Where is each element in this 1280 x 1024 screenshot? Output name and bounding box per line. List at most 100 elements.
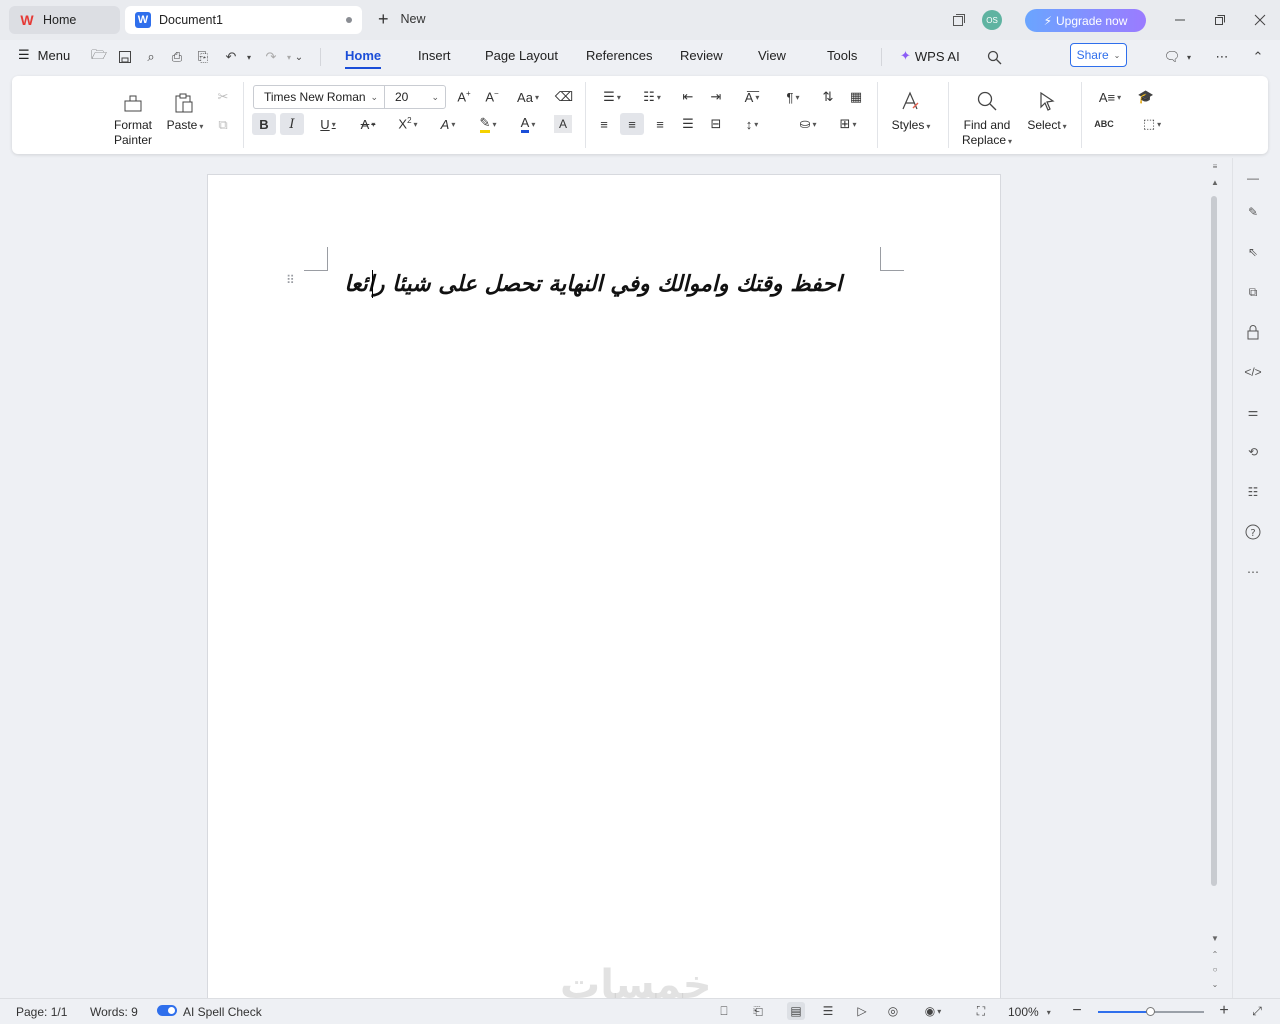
play-icon[interactable]: ▷ <box>853 1002 871 1020</box>
cut-button[interactable]: ✂ <box>214 88 232 106</box>
customize-toolbar-button[interactable]: ⌄ <box>290 48 308 66</box>
distributed-align-button[interactable]: ⊟ <box>706 114 726 134</box>
tab-home-ribbon[interactable]: Home <box>345 48 382 69</box>
history-icon[interactable]: ⟲ <box>1243 442 1263 462</box>
tab-page-layout[interactable]: Page Layout <box>485 48 558 63</box>
close-button[interactable] <box>1250 10 1270 30</box>
fullscreen-icon[interactable]: ⤢ <box>1248 1002 1266 1020</box>
line-spacing-button[interactable]: ↕ ▾ <box>736 114 768 134</box>
scroll-up-arrow-icon[interactable]: ▲ <box>1208 176 1222 188</box>
bold-button[interactable]: B <box>252 113 276 135</box>
select-button[interactable] <box>1035 89 1059 113</box>
highlight-color-button[interactable]: ✎ ▾ <box>472 113 504 135</box>
align-right-button[interactable]: ≡ <box>650 114 670 134</box>
eye-protection-icon[interactable]: ◉ ▾ <box>918 1002 948 1020</box>
search-button[interactable] <box>985 48 1003 66</box>
pen-edit-icon[interactable]: ✎ <box>1243 202 1263 222</box>
italic-button[interactable]: I <box>280 113 304 135</box>
align-center-button[interactable]: ≡ <box>620 113 644 135</box>
text-tools-button[interactable]: A≡ ▾ <box>1094 87 1126 107</box>
fit-page-icon[interactable]: ⛶ <box>972 1002 990 1020</box>
ruler-toggle-icon[interactable]: ≡ <box>1208 160 1222 172</box>
open-folder-button[interactable]: 🗁 <box>90 47 108 66</box>
spell-check-label[interactable]: AI Spell Check <box>183 1005 262 1019</box>
code-icon[interactable]: </> <box>1243 362 1263 382</box>
more-options-button[interactable]: ⋯ <box>1213 48 1231 66</box>
collapse-ribbon-button[interactable]: ⌃ <box>1249 48 1267 66</box>
justify-button[interactable]: ☰ <box>678 114 698 134</box>
scroll-down-arrow-icon[interactable]: ▼ <box>1208 932 1222 944</box>
previous-page-icon[interactable]: ⌃ <box>1208 948 1222 960</box>
zoom-in-icon[interactable]: + <box>1215 1002 1233 1020</box>
paragraph-drag-handle-icon[interactable]: ⠿ <box>286 274 295 286</box>
sliders-icon[interactable]: ⚌ <box>1243 402 1263 422</box>
document-paragraph[interactable]: احفظ وقتك واموالك وفي النهاية تحصل على ش… <box>344 266 842 302</box>
spell-check-toggle[interactable] <box>157 1005 177 1016</box>
redo-button[interactable]: ↷ <box>262 48 280 66</box>
numbering-button[interactable]: ☷ ▾ <box>636 87 668 107</box>
vertical-scrollbar[interactable]: ≡ ▲ ▼ ⌃ ○ ⌄ <box>1208 160 1222 996</box>
next-page-icon[interactable]: ⌄ <box>1208 978 1222 990</box>
decrease-indent-button[interactable]: ⇤ <box>678 87 698 107</box>
paste-label-group[interactable]: Paste ▾ <box>164 118 206 134</box>
styles-button[interactable] <box>898 88 922 114</box>
text-direction-button[interactable]: A͞ ▾ <box>736 87 768 107</box>
underline-button[interactable]: U ▾ <box>312 113 344 135</box>
menu-button[interactable]: ☰ Menu <box>18 47 70 63</box>
paste-button[interactable] <box>171 90 197 116</box>
window-layout-button[interactable] <box>948 0 970 40</box>
spell-check-button[interactable]: ABC <box>1094 114 1114 134</box>
tab-home[interactable]: W Home <box>9 6 120 34</box>
browse-object-icon[interactable]: ○ <box>1208 963 1222 975</box>
zoom-select[interactable]: 100% ▾ <box>1008 1005 1051 1019</box>
upgrade-button[interactable]: ⚡ Upgrade now <box>1025 9 1146 32</box>
print-layout-icon[interactable]: ▤ <box>787 1002 805 1020</box>
tab-tools[interactable]: Tools <box>827 48 857 63</box>
bullets-button[interactable]: ☰ ▾ <box>596 87 628 107</box>
wps-ai-button[interactable]: ✦ WPS AI <box>900 48 960 64</box>
shrink-font-button[interactable]: A− <box>482 87 502 107</box>
print-button[interactable]: ⎙ <box>168 48 186 66</box>
minimize-button[interactable] <box>1170 10 1190 30</box>
collapse-sidebar-icon[interactable]: — <box>1243 168 1263 188</box>
tab-references[interactable]: References <box>586 48 652 63</box>
format-painter-button[interactable] <box>120 90 146 116</box>
page-view-icon[interactable]: ⎕ <box>715 1002 733 1020</box>
save-button[interactable] <box>116 48 134 66</box>
select-label-group[interactable]: Select ▾ <box>1022 118 1072 134</box>
tab-insert[interactable]: Insert <box>418 48 451 63</box>
strikethrough-button[interactable]: A ▾ <box>352 113 384 135</box>
font-name-select[interactable]: Times New Roman ⌄ <box>253 85 385 109</box>
scrollbar-thumb[interactable] <box>1211 196 1217 886</box>
help-icon[interactable]: ? <box>1243 522 1263 542</box>
shading-button[interactable]: ⛀ ▾ <box>792 114 824 134</box>
tab-document[interactable]: W Document1 <box>125 6 362 34</box>
page-count[interactable]: Page: 1/1 <box>16 1005 67 1019</box>
select-object-button[interactable]: ⬚ ▾ <box>1136 114 1168 134</box>
distribute-button[interactable]: ▦ <box>846 87 866 107</box>
undo-button[interactable]: ↶ <box>222 48 240 66</box>
font-color-button[interactable]: A ▾ <box>512 113 544 135</box>
increase-indent-button[interactable]: ⇥ <box>706 87 726 107</box>
maximize-button[interactable] <box>1210 10 1230 30</box>
print-preview-button[interactable]: ⎘ <box>194 48 212 66</box>
borders-button[interactable]: ⊞ ▾ <box>832 114 864 134</box>
font-size-select[interactable]: 20 ⌄ <box>384 85 446 109</box>
pointer-select-icon[interactable]: ⇖ <box>1243 242 1263 262</box>
change-case-button[interactable]: Aa ▾ <box>512 87 544 107</box>
grow-font-button[interactable]: A+ <box>454 87 474 107</box>
comments-dropdown[interactable]: ▾ <box>1180 48 1198 66</box>
find-replace-label[interactable]: Find and Replace ▾ <box>958 118 1016 149</box>
new-tab-button[interactable]: + New <box>378 10 426 28</box>
superscript-button[interactable]: X2 ▾ <box>392 113 424 135</box>
web-layout-icon[interactable]: ⎗ <box>749 1002 767 1020</box>
tab-review[interactable]: Review <box>680 48 723 63</box>
education-tools-button[interactable]: 🎓 <box>1136 87 1156 107</box>
avatar[interactable]: OS <box>982 10 1002 30</box>
more-horizontal-icon[interactable]: ⋯ <box>1243 562 1263 582</box>
sort-button[interactable]: ⇅ <box>818 87 838 107</box>
copy-button[interactable]: ⧉ <box>214 116 232 134</box>
find-replace-button[interactable] <box>975 89 999 113</box>
outline-icon[interactable]: ☷ <box>1243 482 1263 502</box>
text-effects-button[interactable]: A ▾ <box>432 113 464 135</box>
